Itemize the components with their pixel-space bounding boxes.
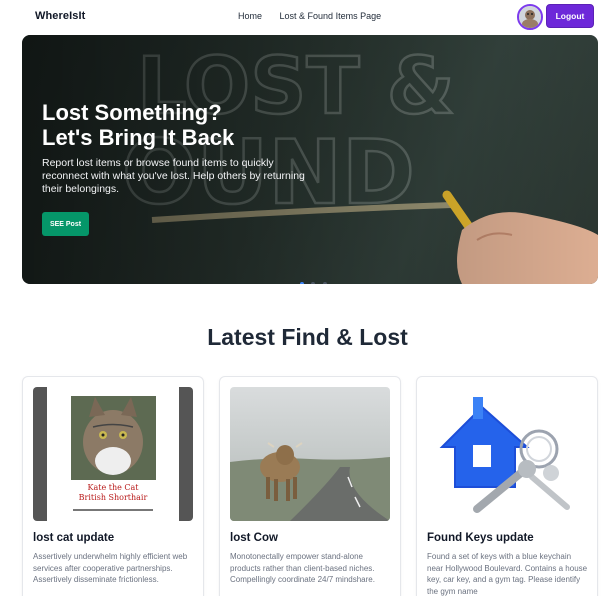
card-image-cat-poster: Kate the Cat British Shorthair xyxy=(33,387,193,521)
logout-button[interactable]: Logout xyxy=(546,4,594,28)
carousel-dot-3[interactable] xyxy=(322,282,327,284)
card-title: Found Keys update xyxy=(427,532,534,544)
brand-logo[interactable]: WhereIsIt xyxy=(35,10,85,22)
hero-carousel: LOST & OUND Lost Something? Let's Bring … xyxy=(22,35,598,284)
carousel-dot-2[interactable] xyxy=(311,282,316,284)
card-image-cow xyxy=(230,387,390,521)
card-description: Assertively underwhelm highly efficient … xyxy=(33,552,188,584)
nav-links: Home Lost & Found Items Page xyxy=(238,11,396,21)
card-title: lost cat update xyxy=(33,532,115,544)
card-description: Monotonectally empower stand-alone produ… xyxy=(230,552,375,584)
card-title: lost Cow xyxy=(230,532,278,544)
latest-section-title: Latest Find & Lost xyxy=(207,324,408,350)
poster-caption-line1: Kate the Cat xyxy=(87,483,139,492)
item-card-lost-cow[interactable]: lost Cow Monotonectally empower stand-al… xyxy=(219,376,401,596)
nav-link-lost-found[interactable]: Lost & Found Items Page xyxy=(280,11,382,21)
carousel-dot-1[interactable] xyxy=(300,282,304,284)
hero-description: Report lost items or browse found items … xyxy=(42,157,305,195)
poster-divider xyxy=(73,509,153,511)
nav-link-home[interactable]: Home xyxy=(238,11,262,21)
item-card-found-keys[interactable]: Found Keys update Found a set of keys wi… xyxy=(416,376,598,596)
hero-title: Lost Something? Let's Bring It Back xyxy=(42,100,342,150)
user-avatar-icon[interactable] xyxy=(517,4,543,30)
carousel-indicators xyxy=(300,273,330,284)
hero-title-line2: Let's Bring It Back xyxy=(42,125,235,150)
card-image-keys xyxy=(427,387,587,521)
navbar: WhereIsIt Home Lost & Found Items Page L… xyxy=(0,0,615,34)
see-post-button[interactable]: SEE Post xyxy=(42,212,89,236)
hero-title-line1: Lost Something? xyxy=(42,100,222,125)
poster-caption-line2: British Shorthair xyxy=(78,493,148,502)
card-description: Found a set of keys with a blue keychain… xyxy=(427,552,588,596)
item-card-lost-cat[interactable]: Kate the Cat British Shorthair lost cat … xyxy=(22,376,204,596)
